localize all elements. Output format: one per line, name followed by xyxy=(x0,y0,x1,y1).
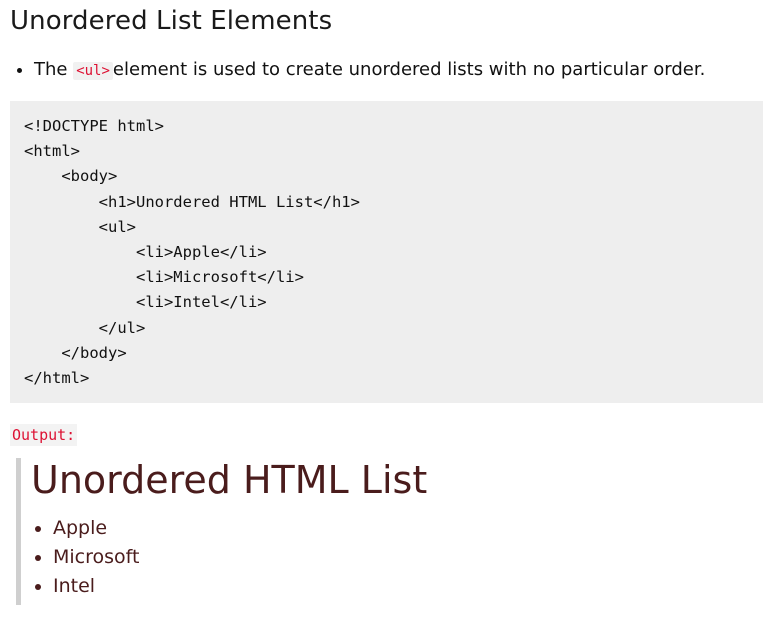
code-line: <html> xyxy=(24,142,80,161)
code-block: <!DOCTYPE html> <html> <body> <h1>Unorde… xyxy=(10,101,763,404)
code-line: </body> xyxy=(24,343,127,362)
output-list-item: Intel xyxy=(53,572,764,601)
code-line: <body> xyxy=(24,167,118,186)
code-line: <li>Apple</li> xyxy=(24,243,267,262)
section-title: Unordered List Elements xyxy=(10,6,333,36)
code-line: <!DOCTYPE html> xyxy=(24,117,164,135)
output-list-item: Microsoft xyxy=(53,543,764,572)
article: Unordered List Elements The <ul>element … xyxy=(0,0,774,606)
output-list: Apple Microsoft Intel xyxy=(31,514,764,605)
inline-code-ul: <ul> xyxy=(73,62,113,80)
code-line: <h1>Unordered HTML List</h1> xyxy=(24,192,360,211)
code-line: <ul> xyxy=(24,217,136,236)
description-list: The <ul>element is used to create unorde… xyxy=(10,58,764,83)
description-prefix: The xyxy=(34,59,74,80)
output-list-item: Apple xyxy=(53,514,764,543)
code-line: </ul> xyxy=(24,318,146,337)
code-line: </html> xyxy=(24,369,90,388)
code-line: <li>Intel</li> xyxy=(24,293,267,312)
output-preview: Unordered HTML List Apple Microsoft Inte… xyxy=(16,458,764,606)
output-label: Output: xyxy=(10,424,78,447)
output-heading: Unordered HTML List xyxy=(31,458,428,503)
description-suffix: element is used to create unordered list… xyxy=(112,59,706,80)
code-line: <li>Microsoft</li> xyxy=(24,268,304,287)
description-item: The <ul>element is used to create unorde… xyxy=(34,58,764,83)
